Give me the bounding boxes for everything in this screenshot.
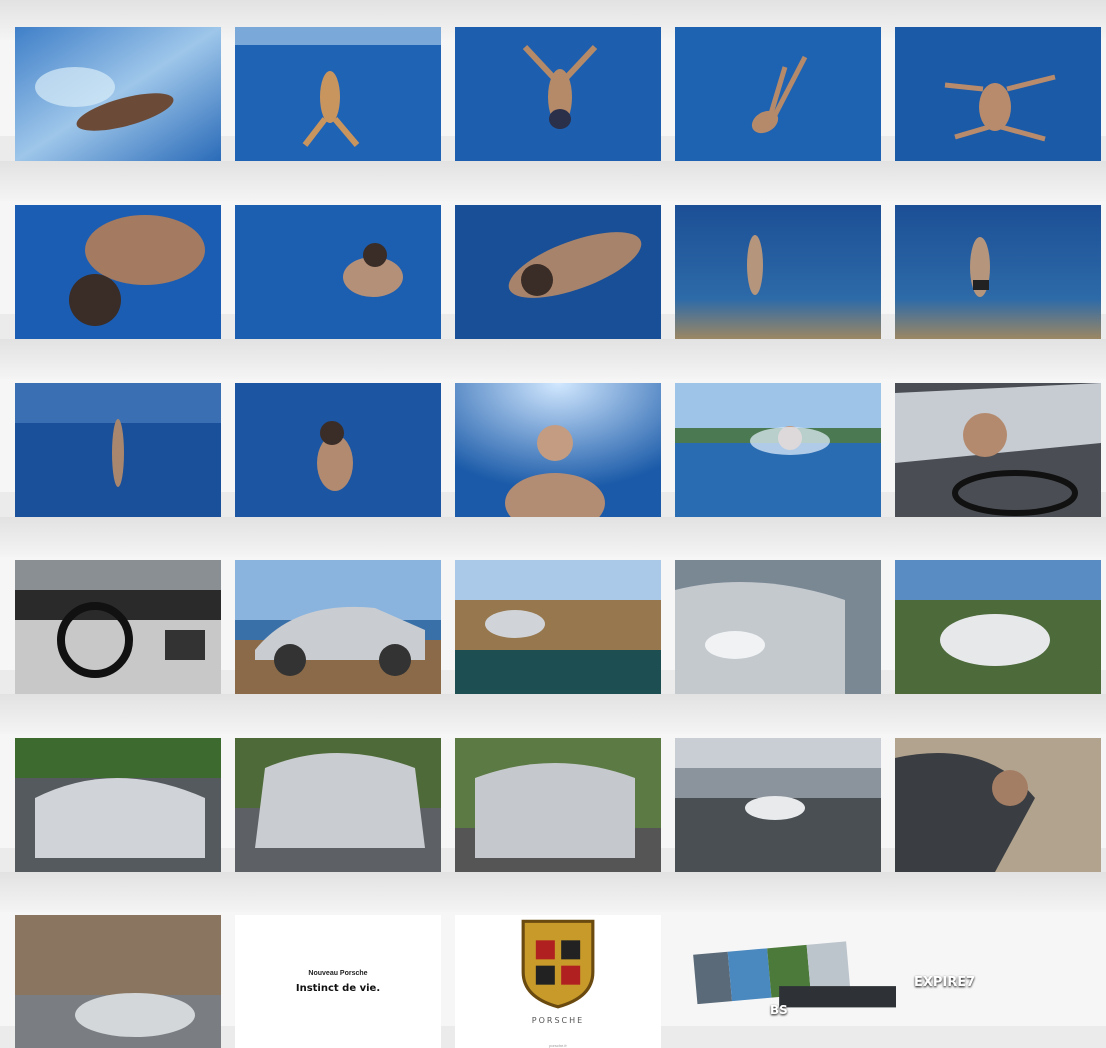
brochure-spread: BS EXPIRE7	[690, 905, 1106, 1048]
background-band	[0, 694, 1106, 734]
storyboard-frame-steering-wheel	[15, 560, 221, 694]
title-card-tagline: Instinct de vie.	[295, 982, 381, 994]
storyboard-frame-driver-gasping	[895, 383, 1101, 517]
storyboard-frame-diver-spread	[895, 27, 1101, 161]
storyboard-frame-car-front-road	[15, 738, 221, 872]
storyboard-frame-car-speeding	[455, 738, 661, 872]
title-card-headline: Nouveau Porsche	[308, 969, 368, 977]
storyboard-frame-swimmer-surfacing	[675, 383, 881, 517]
background-band	[0, 517, 1106, 557]
brand-wordmark: PORSCHE	[531, 1016, 585, 1025]
storyboard-frame-diver-seabed	[675, 205, 881, 339]
storyboard-frame-car-city-road	[675, 738, 881, 872]
background-band	[0, 339, 1106, 379]
brand-url: porsche.fr	[549, 1043, 567, 1048]
storyboard-frame-diver-entering	[235, 27, 441, 161]
storyboard-frame-car-rear	[235, 738, 441, 872]
storyboard-frame-swimmer-side	[455, 205, 661, 339]
storyboard-frame-diver-arms-up	[455, 27, 661, 161]
brochure-caption-right: EXPIRE7	[914, 975, 976, 990]
storyboard-frame-diver-walking	[895, 205, 1101, 339]
storyboard-frame-swimmer-surface	[15, 27, 221, 161]
storyboard-frame-car-on-deck	[235, 560, 441, 694]
storyboard-frame-swimmer-rising	[15, 383, 221, 517]
storyboard-frame-diver-descending	[675, 27, 881, 161]
storyboard-frame-swimmer-face	[235, 205, 441, 339]
storyboard-frame-car-driving-coast	[895, 560, 1101, 694]
storyboard-frame-driver-window	[895, 738, 1101, 872]
storyboard-frame-swimmer-looking-up	[455, 383, 661, 517]
storyboard-frame-car-on-pier	[455, 560, 661, 694]
background-band	[0, 161, 1106, 201]
storyboard-frame-swimmer-closeup	[15, 205, 221, 339]
storyboard-frame-car-front-closeup	[675, 560, 881, 694]
storyboard-frame-car-city-street	[15, 915, 221, 1048]
brochure-caption-left: BS	[770, 1003, 788, 1017]
logo-card: PORSCHE porsche.fr	[455, 915, 661, 1048]
storyboard-frame-swimmer-ascending	[235, 383, 441, 517]
porsche-crest-icon	[521, 919, 595, 1009]
title-card: Nouveau Porsche Instinct de vie.	[235, 915, 441, 1048]
